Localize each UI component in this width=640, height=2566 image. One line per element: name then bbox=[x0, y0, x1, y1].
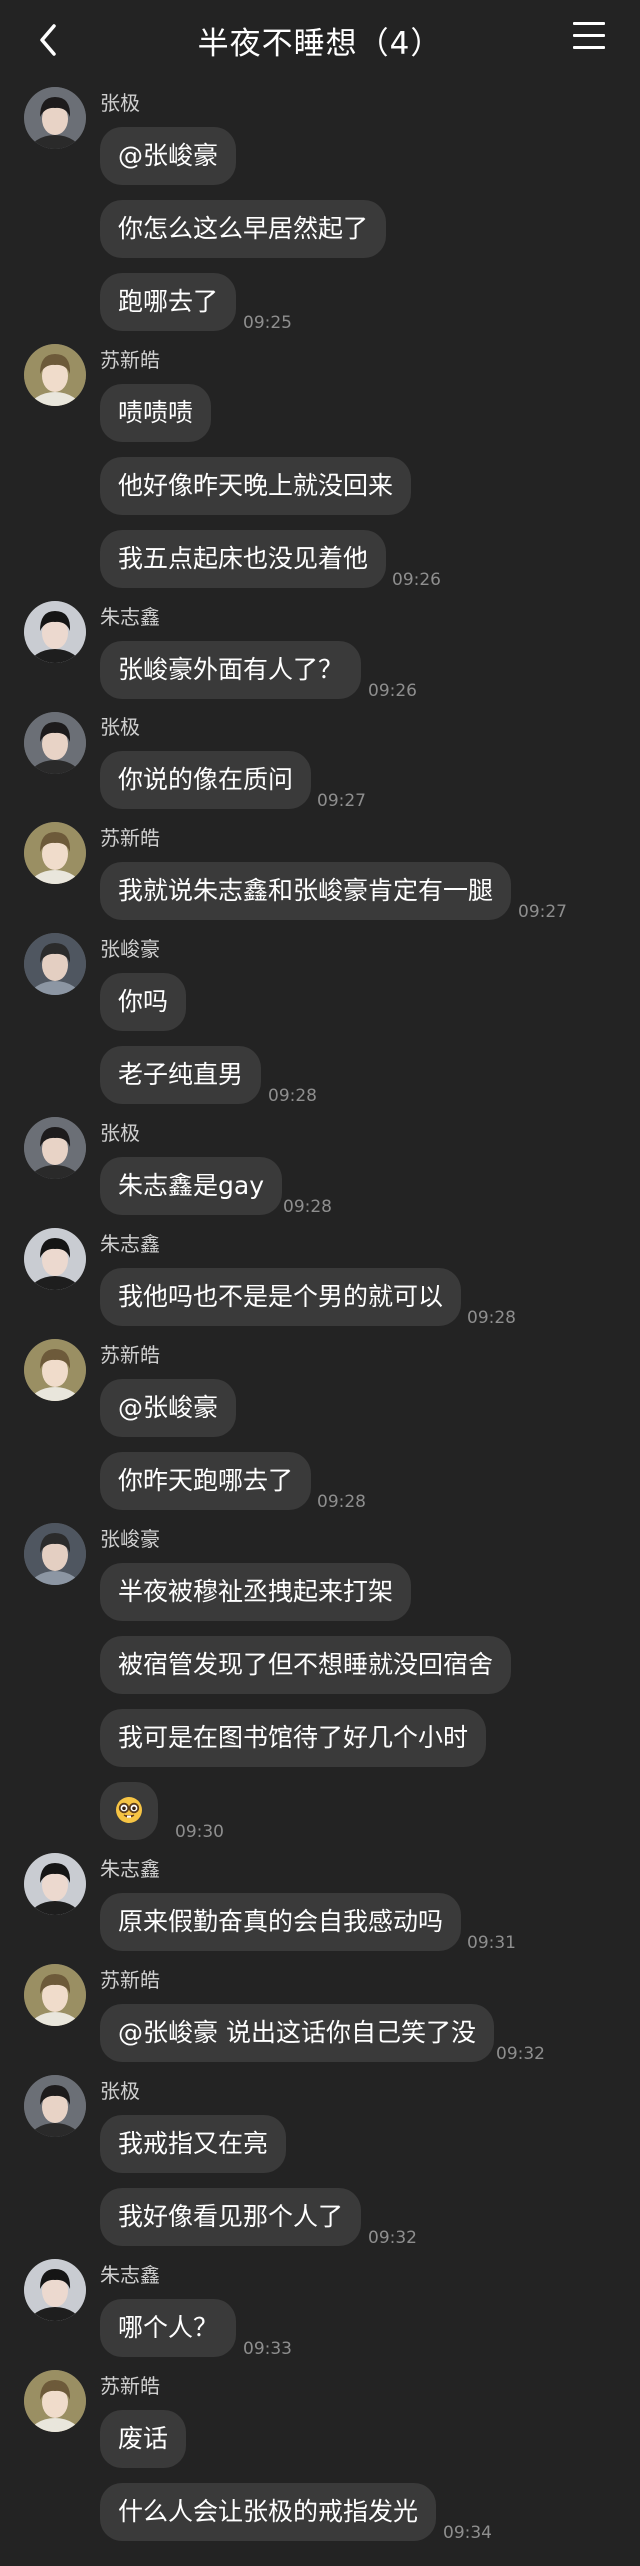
avatar[interactable] bbox=[24, 1523, 86, 1585]
sender-name: 苏新皓 bbox=[100, 1343, 160, 1367]
person-avatar-icon bbox=[24, 601, 86, 663]
person-avatar-icon bbox=[24, 2075, 86, 2137]
message-bubble[interactable]: 你说的像在质问 bbox=[100, 751, 312, 809]
person-avatar-icon bbox=[24, 1853, 86, 1915]
avatar[interactable] bbox=[24, 1339, 86, 1401]
person-avatar-icon bbox=[24, 712, 86, 774]
message-time: 09:32 bbox=[368, 2228, 417, 2248]
avatar[interactable] bbox=[24, 2259, 86, 2321]
message-time: 09:34 bbox=[443, 2523, 492, 2543]
message-time: 09:27 bbox=[317, 791, 366, 811]
message-bubble[interactable]: 我可是在图书馆待了好几个小时 bbox=[100, 1709, 487, 1767]
sender-name: 苏新皓 bbox=[100, 826, 160, 850]
message-time: 09:25 bbox=[243, 313, 292, 333]
sender-name: 朱志鑫 bbox=[100, 605, 160, 629]
message-time: 09:28 bbox=[283, 1197, 332, 1217]
message-time: 09:27 bbox=[518, 902, 567, 922]
sender-name: 张极 bbox=[100, 715, 140, 739]
sender-name: 张峻豪 bbox=[100, 1527, 160, 1551]
person-avatar-icon bbox=[24, 1339, 86, 1401]
message-bubble[interactable]: 我就说朱志鑫和张峻豪肯定有一腿 bbox=[100, 862, 512, 920]
sender-name: 朱志鑫 bbox=[100, 1857, 160, 1881]
person-avatar-icon bbox=[24, 933, 86, 995]
message-time: 09:33 bbox=[243, 2339, 292, 2359]
person-avatar-icon bbox=[24, 1523, 86, 1585]
message-time: 09:30 bbox=[175, 1822, 224, 1842]
sender-name: 苏新皓 bbox=[100, 348, 160, 372]
message-time: 09:26 bbox=[368, 681, 417, 701]
message-bubble[interactable]: 原来假勤奋真的会自我感动吗 bbox=[100, 1893, 462, 1951]
message-bubble[interactable]: @张峻豪 bbox=[100, 127, 237, 185]
message-bubble[interactable]: 他好像昨天晚上就没回来 bbox=[100, 457, 412, 515]
person-avatar-icon bbox=[24, 2259, 86, 2321]
message-bubble[interactable]: 什么人会让张极的戒指发光 bbox=[100, 2483, 437, 2541]
avatar[interactable] bbox=[24, 822, 86, 884]
person-avatar-icon bbox=[24, 1964, 86, 2026]
avatar[interactable] bbox=[24, 601, 86, 663]
menu-icon bbox=[573, 22, 605, 25]
message-bubble[interactable]: 我他吗也不是是个男的就可以 bbox=[100, 1268, 462, 1326]
message-bubble[interactable]: 朱志鑫是gay bbox=[100, 1157, 282, 1215]
avatar[interactable] bbox=[24, 1964, 86, 2026]
sender-name: 苏新皓 bbox=[100, 2374, 160, 2398]
message-bubble[interactable]: 啧啧啧 bbox=[100, 384, 212, 442]
avatar[interactable] bbox=[24, 712, 86, 774]
message-bubble[interactable]: 你昨天跑哪去了 bbox=[100, 1452, 312, 1510]
message-time: 09:31 bbox=[467, 1933, 516, 1953]
person-avatar-icon bbox=[24, 2370, 86, 2432]
message-bubble-emoji[interactable] bbox=[100, 1782, 158, 1840]
message-time: 09:28 bbox=[268, 1086, 317, 1106]
menu-button[interactable] bbox=[573, 22, 607, 56]
sender-name: 张极 bbox=[100, 2079, 140, 2103]
nerd-face-emoji-icon bbox=[116, 1797, 142, 1823]
message-time: 09:26 bbox=[392, 570, 441, 590]
message-bubble[interactable]: 老子纯直男 bbox=[100, 1046, 262, 1104]
message-bubble[interactable]: 被宿管发现了但不想睡就没回宿舍 bbox=[100, 1636, 512, 1694]
message-bubble[interactable]: 哪个人？ bbox=[100, 2299, 237, 2357]
person-avatar-icon bbox=[24, 1117, 86, 1179]
message-bubble[interactable]: 半夜被穆祉丞拽起来打架 bbox=[100, 1563, 412, 1621]
avatar[interactable] bbox=[24, 933, 86, 995]
message-bubble[interactable]: 废话 bbox=[100, 2410, 187, 2468]
sender-name: 张峻豪 bbox=[100, 937, 160, 961]
avatar[interactable] bbox=[24, 1853, 86, 1915]
message-bubble[interactable]: @张峻豪 bbox=[100, 1379, 237, 1437]
message-bubble[interactable]: 跑哪去了 bbox=[100, 273, 237, 331]
message-bubble[interactable]: @张峻豪 说出这话你自己笑了没 bbox=[100, 2004, 494, 2062]
chat-title: 半夜不睡想（4） bbox=[197, 26, 443, 62]
avatar[interactable] bbox=[24, 344, 86, 406]
message-bubble[interactable]: 你怎么这么早居然起了 bbox=[100, 200, 387, 258]
sender-name: 朱志鑫 bbox=[100, 2263, 160, 2287]
sender-name: 朱志鑫 bbox=[100, 1232, 160, 1256]
person-avatar-icon bbox=[24, 87, 86, 149]
message-bubble[interactable]: 我好像看见那个人了 bbox=[100, 2188, 362, 2246]
message-bubble[interactable]: 我五点起床也没见着他 bbox=[100, 530, 387, 588]
person-avatar-icon bbox=[24, 1228, 86, 1290]
message-bubble[interactable]: 张峻豪外面有人了？ bbox=[100, 641, 362, 699]
sender-name: 张极 bbox=[100, 1121, 140, 1145]
sender-name: 张极 bbox=[100, 91, 140, 115]
message-time: 09:28 bbox=[317, 1492, 366, 1512]
person-avatar-icon bbox=[24, 822, 86, 884]
sender-name: 苏新皓 bbox=[100, 1968, 160, 1992]
avatar[interactable] bbox=[24, 1228, 86, 1290]
person-avatar-icon bbox=[24, 344, 86, 406]
message-bubble[interactable]: 我戒指又在亮 bbox=[100, 2115, 287, 2173]
avatar[interactable] bbox=[24, 1117, 86, 1179]
message-time: 09:32 bbox=[496, 2044, 545, 2064]
avatar[interactable] bbox=[24, 2370, 86, 2432]
chat-header: 半夜不睡想（4） bbox=[0, 0, 640, 80]
avatar[interactable] bbox=[24, 87, 86, 149]
avatar[interactable] bbox=[24, 2075, 86, 2137]
message-bubble[interactable]: 你吗 bbox=[100, 973, 187, 1031]
message-time: 09:28 bbox=[467, 1308, 516, 1328]
